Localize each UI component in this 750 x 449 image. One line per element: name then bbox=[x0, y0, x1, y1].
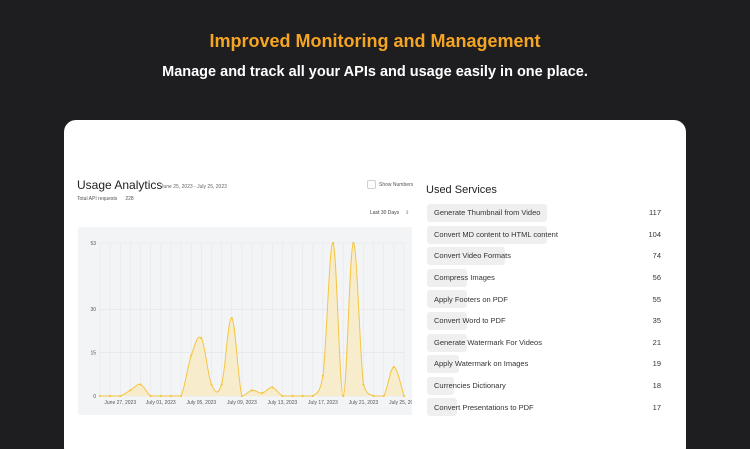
used-services-title: Used Services bbox=[426, 184, 497, 196]
service-count: 56 bbox=[652, 273, 661, 283]
usage-chart: 0 15 30 53 June 27, 2023 July 01, 2023 July 05… bbox=[78, 227, 412, 415]
data-point bbox=[261, 392, 264, 395]
service-row[interactable]: Apply Footers on PDF 55 bbox=[427, 288, 663, 310]
service-name: Generate Thumbnail from Video bbox=[434, 208, 541, 218]
service-count: 74 bbox=[652, 251, 661, 261]
x-tick-label: July 13, 2023 bbox=[268, 400, 298, 406]
data-point bbox=[402, 394, 406, 398]
data-point bbox=[382, 394, 385, 398]
service-name: Compress Images bbox=[434, 273, 495, 283]
service-row[interactable]: Apply Watermark on Images 19 bbox=[427, 353, 663, 375]
data-point bbox=[281, 394, 284, 398]
service-count: 104 bbox=[648, 229, 661, 239]
data-point bbox=[372, 394, 375, 398]
select-arrows-icon: ⇕ bbox=[405, 210, 410, 216]
period-select[interactable]: Last 30 Days ⇕ bbox=[370, 210, 409, 216]
date-range: June 25, 2023 - July 25, 2023 bbox=[161, 184, 227, 190]
service-row[interactable]: Compress Images 56 bbox=[427, 267, 663, 289]
data-point bbox=[179, 394, 183, 398]
service-row[interactable]: Convert Presentations to PDF 17 bbox=[427, 396, 663, 418]
usage-analytics-title: Usage Analytics bbox=[77, 178, 163, 192]
service-row[interactable]: Convert MD content to HTML content 104 bbox=[427, 224, 663, 246]
show-numbers-checkbox[interactable] bbox=[367, 180, 376, 189]
service-name: Currencies Dictionary bbox=[434, 381, 506, 391]
service-name: Apply Footers on PDF bbox=[434, 294, 508, 304]
service-count: 21 bbox=[652, 337, 661, 347]
data-point bbox=[321, 374, 325, 377]
x-tick-label: July 01, 2023 bbox=[146, 400, 176, 406]
service-count: 17 bbox=[652, 402, 661, 412]
service-row[interactable]: Currencies Dictionary 18 bbox=[427, 375, 663, 397]
show-numbers-toggle[interactable]: Show Numbers bbox=[367, 180, 413, 189]
x-tick-label: June 27, 2023 bbox=[104, 400, 136, 406]
x-tick-label: July 05, 2023 bbox=[186, 400, 216, 406]
service-name: Convert Word to PDF bbox=[434, 316, 506, 326]
service-row[interactable]: Generate Thumbnail from Video 117 bbox=[427, 202, 663, 224]
data-point bbox=[129, 389, 132, 392]
service-count: 18 bbox=[652, 381, 661, 391]
service-name: Generate Watermark For Videos bbox=[434, 337, 542, 347]
service-name: Convert MD content to HTML content bbox=[434, 229, 558, 239]
period-label: Last 30 Days bbox=[370, 210, 400, 216]
y-tick-label: 30 bbox=[90, 307, 96, 313]
dashboard-card: Usage Analytics June 25, 2023 - July 25,… bbox=[64, 120, 686, 449]
data-point bbox=[139, 383, 142, 386]
data-point bbox=[311, 394, 314, 398]
service-name: Convert Video Formats bbox=[434, 251, 511, 261]
data-point bbox=[200, 337, 203, 340]
data-point bbox=[149, 394, 152, 398]
data-point bbox=[271, 386, 274, 389]
y-tick-label: 0 bbox=[93, 394, 96, 400]
data-point bbox=[159, 394, 162, 398]
data-point bbox=[301, 394, 304, 398]
page-subheadline: Manage and track all your APIs and usage… bbox=[162, 64, 588, 80]
data-point bbox=[119, 394, 122, 398]
data-point bbox=[240, 394, 243, 398]
data-point bbox=[342, 394, 345, 398]
data-point bbox=[250, 389, 254, 392]
service-count: 35 bbox=[652, 316, 661, 326]
service-name: Convert Presentations to PDF bbox=[434, 402, 534, 412]
data-point bbox=[331, 241, 335, 245]
page-headline: Improved Monitoring and Management bbox=[209, 31, 541, 51]
x-tick-label: July 17, 2023 bbox=[308, 400, 338, 406]
data-point bbox=[392, 366, 395, 369]
data-point bbox=[210, 383, 213, 386]
data-point bbox=[220, 383, 223, 386]
service-row[interactable]: Generate Watermark For Videos 21 bbox=[427, 332, 663, 354]
service-count: 117 bbox=[649, 208, 661, 218]
total-api-requests: Total API requests 228 bbox=[77, 196, 134, 202]
service-row[interactable]: Convert Word to PDF 35 bbox=[427, 310, 663, 332]
data-point bbox=[190, 354, 193, 357]
total-label: Total API requests bbox=[77, 196, 118, 202]
data-point bbox=[109, 394, 112, 398]
show-numbers-label: Show Numbers bbox=[379, 181, 414, 188]
total-value: 228 bbox=[125, 196, 134, 202]
data-point bbox=[230, 316, 233, 320]
service-count: 19 bbox=[652, 359, 661, 369]
data-point bbox=[352, 241, 355, 245]
x-tick-label: July 21, 2023 bbox=[349, 400, 379, 406]
y-tick-label: 15 bbox=[90, 350, 96, 356]
data-point bbox=[362, 383, 365, 386]
y-tick-label: 53 bbox=[90, 241, 96, 247]
usage-chart-svg: 0 15 30 53 June 27, 2023 July 01, 2023 July 05… bbox=[90, 241, 412, 406]
data-point bbox=[98, 394, 102, 398]
data-point bbox=[291, 394, 294, 398]
service-count: 55 bbox=[652, 294, 661, 304]
services-list: Generate Thumbnail from Video 117 Convert … bbox=[427, 202, 663, 418]
data-point bbox=[169, 394, 173, 398]
x-tick-label: July 25, 2023 bbox=[389, 400, 412, 406]
x-tick-label: July 09, 2023 bbox=[227, 400, 257, 406]
service-row[interactable]: Convert Video Formats 74 bbox=[427, 245, 663, 267]
service-name: Apply Watermark on Images bbox=[434, 359, 529, 369]
